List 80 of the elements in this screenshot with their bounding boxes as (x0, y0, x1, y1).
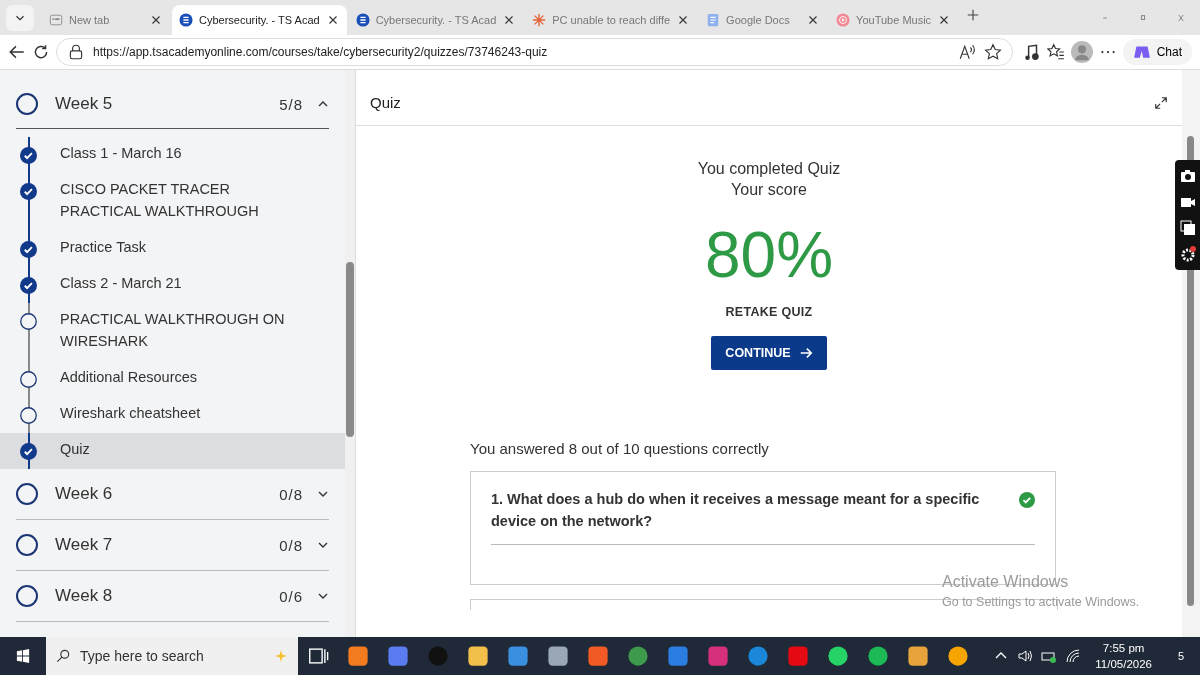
completed-lesson-count: 0/8 (279, 536, 303, 554)
completed-lesson-count: 0/8 (279, 485, 303, 503)
back-icon[interactable] (8, 43, 26, 61)
panel-title: Quiz (370, 94, 402, 111)
document-icon (706, 13, 721, 27)
music-note-icon[interactable] (1022, 43, 1041, 61)
browser-tab[interactable]: Cybersecurity. - TS Acad (172, 5, 347, 35)
app-icon[interactable] (907, 645, 929, 667)
completed-lesson-count: 5/8 (279, 95, 303, 113)
app-icon[interactable] (467, 645, 489, 667)
browser-tab[interactable]: New tab (42, 5, 170, 35)
question-text: 1. What does a hub do when it receives a message meant for a specific device on the network? (491, 490, 981, 531)
week-status-circle (16, 534, 38, 556)
week-title[interactable]: Week 5 (55, 94, 280, 114)
app-icon[interactable] (867, 645, 889, 667)
result-summary: You answered 8 out of 10 questions correctly (470, 440, 770, 457)
browser-tab[interactable]: PC unable to reach diffe (525, 5, 698, 35)
retake-quiz-button[interactable]: RETAKE QUIZ (719, 304, 819, 320)
avatar-icon[interactable] (1070, 41, 1093, 63)
windows-icon (16, 649, 30, 663)
lesson-item[interactable]: Wireshark cheatsheet (0, 397, 345, 433)
task-view-icon[interactable] (307, 645, 329, 667)
lesson-item[interactable]: Class 2 - March 21 (0, 267, 345, 303)
result-heading: Your score (731, 180, 807, 200)
play-icon (836, 13, 851, 27)
camera-icon[interactable] (1179, 168, 1196, 184)
week-status-circle (16, 585, 38, 607)
chat-button[interactable]: Chat (1122, 39, 1192, 65)
app-icon[interactable] (627, 645, 649, 667)
app-icon[interactable] (387, 645, 409, 667)
clock-date[interactable]: 11/05/2026 (1095, 656, 1152, 672)
browser-tab[interactable]: Cybersecurity. - TS Acad (348, 5, 524, 35)
browser-tab[interactable]: YouTube Music (829, 5, 959, 35)
week-title[interactable]: Week 6 (55, 484, 280, 504)
score-percentage: 80% (704, 218, 834, 292)
page-icon (49, 13, 63, 27)
activation-title: Activate Windows (942, 572, 1070, 592)
sparkle-icon (274, 649, 288, 663)
week-title[interactable]: Week 7 (55, 535, 280, 555)
app-icon[interactable] (827, 645, 849, 667)
activation-message: Go to Settings to activate Windows. (942, 594, 1140, 611)
wifi-icon[interactable] (1065, 648, 1082, 664)
circle-app-icon[interactable] (947, 645, 969, 667)
lesson-item[interactable]: Practice Task (0, 231, 345, 267)
clock-time[interactable]: 7:55 pm (1095, 640, 1152, 656)
completed-lesson-count: 0/6 (279, 587, 303, 605)
search-icon (56, 649, 70, 663)
lesson-item[interactable]: CISCO PACKET TRACER PRACTICAL WALKTHROUGH (0, 173, 345, 231)
lesson-item[interactable]: Additional Resources (0, 361, 345, 397)
app-icon[interactable] (747, 645, 769, 667)
result-heading: You completed Quiz (697, 159, 841, 179)
plus-icon (966, 8, 981, 22)
app-icon[interactable] (547, 645, 569, 667)
logo-icon (179, 13, 193, 27)
arrow-right-icon (798, 346, 813, 360)
week-title[interactable]: Week 8 (55, 586, 280, 606)
star-icon[interactable] (983, 43, 1002, 61)
lock-icon (67, 43, 85, 61)
scrollbar-thumb[interactable] (346, 262, 354, 437)
starburst-icon (532, 13, 547, 27)
app-icon[interactable] (587, 645, 609, 667)
taskbar-search-field[interactable]: Type here to search (46, 637, 298, 675)
refresh-icon[interactable] (32, 43, 50, 61)
lesson-item[interactable]: Class 1 - March 16 (0, 137, 345, 173)
app-icon[interactable] (347, 645, 369, 667)
copy-icon[interactable] (1179, 220, 1196, 236)
speaker-icon[interactable] (1017, 648, 1034, 664)
read-aloud-icon[interactable] (957, 43, 976, 61)
notification-button[interactable]: 5 (1166, 641, 1196, 671)
lesson-item[interactable]: Quiz (0, 433, 345, 469)
logo-icon (355, 13, 370, 27)
expand-icon[interactable] (1154, 95, 1168, 110)
lesson-item[interactable]: PRACTICAL WALKTHROUGH ON WIRESHARK (0, 303, 345, 361)
app-icon[interactable] (667, 645, 689, 667)
week-status-circle (16, 93, 38, 115)
continue-button[interactable]: CONTINUE (711, 336, 827, 370)
browser-tab[interactable]: Google Docs (699, 5, 828, 35)
week-status-circle (16, 483, 38, 505)
app-icon[interactable] (507, 645, 529, 667)
favorites-icon[interactable] (1046, 43, 1065, 61)
